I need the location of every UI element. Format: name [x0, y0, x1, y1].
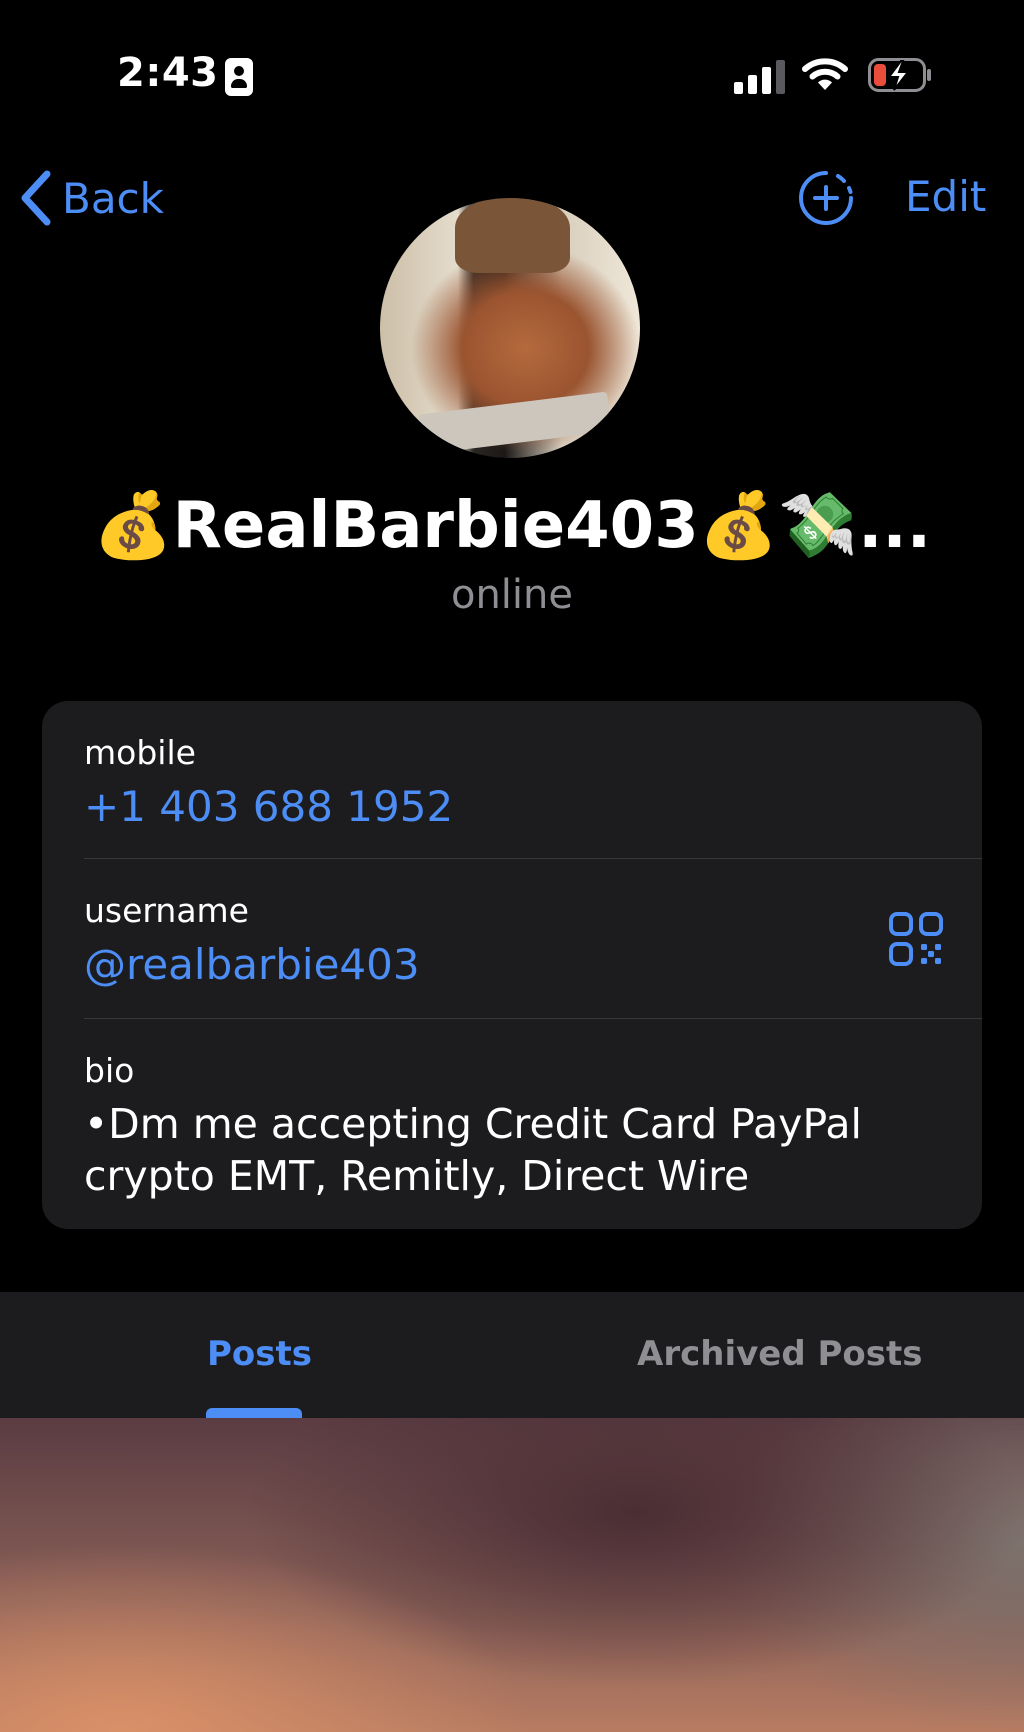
profile-avatar[interactable] [380, 198, 640, 458]
bio-row: bio •Dm me accepting Credit Card PayPal … [84, 1051, 982, 1202]
status-bar: 2:43 [0, 0, 1024, 150]
post-media-preview[interactable] [0, 1418, 1024, 1732]
edit-button[interactable]: Edit [905, 172, 986, 221]
tab-archived-posts[interactable]: Archived Posts [637, 1334, 923, 1374]
username-label: username [84, 891, 249, 930]
back-label: Back [62, 173, 164, 223]
tab-posts[interactable]: Posts [207, 1334, 312, 1374]
back-button[interactable]: Back [18, 168, 164, 228]
mobile-number[interactable]: +1 403 688 1952 [84, 782, 982, 831]
contact-info-card: mobile +1 403 688 1952 username @realbar… [42, 701, 982, 1229]
username-value[interactable]: @realbarbie403 [84, 940, 982, 989]
add-story-icon[interactable] [798, 170, 854, 226]
online-status: online [450, 572, 573, 618]
selected-tab-indicator [206, 1408, 302, 1418]
username-row[interactable]: username @realbarbie403 [84, 891, 982, 989]
mobile-row[interactable]: mobile +1 403 688 1952 [84, 733, 982, 831]
contact-card-icon [225, 58, 253, 96]
mobile-label: mobile [84, 733, 196, 772]
profile-display-name: 💰RealBarbie403💰💸... [92, 489, 932, 563]
cellular-signal-icon [734, 58, 786, 94]
divider [84, 1018, 982, 1019]
bio-text: •Dm me accepting Credit Card PayPal cryp… [84, 1100, 862, 1200]
wifi-icon [802, 58, 848, 90]
battery-charging-icon [868, 58, 931, 92]
bio-label: bio [84, 1051, 135, 1090]
profile-tab-bar: Posts Archived Posts [0, 1292, 1024, 1418]
qr-code-icon[interactable] [888, 911, 944, 967]
divider [84, 858, 982, 859]
status-time: 2:43 [117, 50, 219, 96]
chevron-left-icon [21, 170, 51, 226]
